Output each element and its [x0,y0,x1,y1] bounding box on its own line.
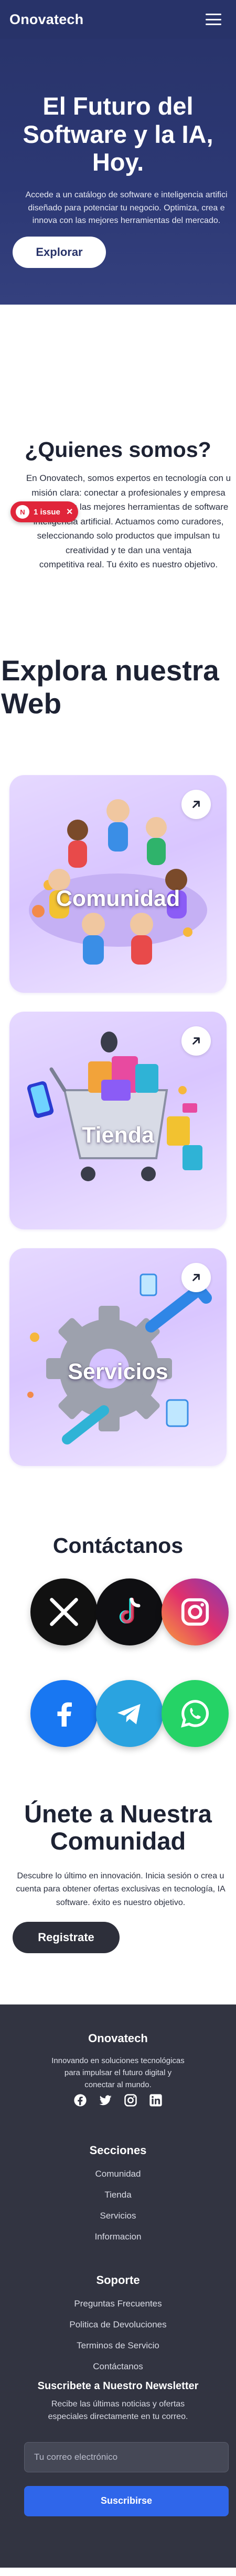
site-logo[interactable]: Onovatech [9,12,83,28]
hero-section: El Futuro del Software y la IA, Hoy. Acc… [0,0,236,305]
explore-title: Explora nuestra Web [1,654,219,720]
footer-support-list: Preguntas Frecuentes Politica de Devoluc… [0,2293,236,2377]
hero-subtitle: Accede a un catálogo de software e intel… [25,190,228,226]
footer-sections-list: Comunidad Tienda Servicios Informacion [0,2164,236,2247]
contact-title: Contáctanos [52,1533,184,1558]
footer-brand: Onovatech [88,2031,148,2045]
join-text: Descubre lo último en innovación. Inicia… [16,1871,226,1907]
twitter-icon[interactable] [98,2092,113,2108]
dev-tools-logo: N [16,505,29,519]
x-logo-icon[interactable] [30,1578,98,1645]
arrow-up-right-icon[interactable] [181,789,211,819]
close-icon[interactable]: × [67,506,73,518]
footer-sections-title: Secciones [89,2143,147,2157]
footer-support-title: Soporte [96,2273,140,2287]
newsletter-title: Suscribete a Nuestro Newsletter [37,2380,199,2392]
card-label: Comunidad [56,886,180,911]
facebook-icon[interactable] [72,2092,88,2108]
arrow-up-right-icon[interactable] [181,1262,211,1292]
facebook-logo-icon[interactable] [30,1679,98,1747]
footer-link-returns[interactable]: Politica de Devoluciones [0,2314,236,2335]
footer-link-contact[interactable]: Contáctanos [0,2356,236,2377]
about-section: ¿Quienes somos? En Onovatech, somos expe… [0,305,236,629]
instagram-icon[interactable] [123,2092,138,2108]
register-button[interactable]: Registrate [13,1921,120,1953]
top-navbar: Onovatech [0,0,236,39]
subscribe-button[interactable]: Suscribirse [24,2485,229,2516]
card-servicios[interactable]: Servicios [9,1248,227,1466]
footer-link-comunidad[interactable]: Comunidad [0,2164,236,2185]
card-comunidad[interactable]: Comunidad [9,775,227,993]
card-label: Tienda [82,1122,154,1148]
linkedin-icon[interactable] [148,2092,164,2108]
contact-section: Contáctanos [0,1532,236,1778]
card-tienda[interactable]: Tienda [9,1011,227,1229]
footer-link-informacion[interactable]: Informacion [0,2226,236,2247]
about-title: ¿Quienes somos? [25,438,211,462]
explore-section: Explora nuestra Web Comunidad Tienda Ser… [0,629,236,1466]
footer-link-faq[interactable]: Preguntas Frecuentes [0,2293,236,2314]
issue-badge[interactable]: N 1 issue × [10,501,78,522]
footer-link-tienda[interactable]: Tienda [0,2185,236,2205]
arrow-up-right-icon[interactable] [181,1026,211,1056]
footer-description: Innovando en soluciones tecnológicas par… [51,2056,185,2090]
issue-count-label: 1 issue [34,507,60,517]
footer-link-servicios[interactable]: Servicios [0,2205,236,2226]
join-section: Únete a Nuestra Comunidad Descubre lo úl… [0,1795,236,1964]
hamburger-menu-icon[interactable] [206,14,221,25]
instagram-logo-icon[interactable] [162,1578,229,1645]
join-title: Únete a Nuestra Comunidad [24,1799,212,1855]
explore-button[interactable]: Explorar [13,237,106,268]
hero-title: El Futuro del Software y la IA, Hoy. [23,92,213,176]
site-footer: Onovatech Innovando en soluciones tecnol… [0,2004,236,2568]
telegram-logo-icon[interactable] [96,1679,163,1747]
footer-link-terms[interactable]: Terminos de Servicio [0,2335,236,2356]
newsletter-text: Recibe las últimas noticias y ofertas es… [48,2399,188,2421]
card-label: Servicios [68,1359,168,1384]
footer-social-icons [0,2092,236,2108]
newsletter-email-input[interactable] [24,2441,229,2472]
tiktok-logo-icon[interactable] [96,1578,163,1645]
whatsapp-logo-icon[interactable] [162,1679,229,1747]
